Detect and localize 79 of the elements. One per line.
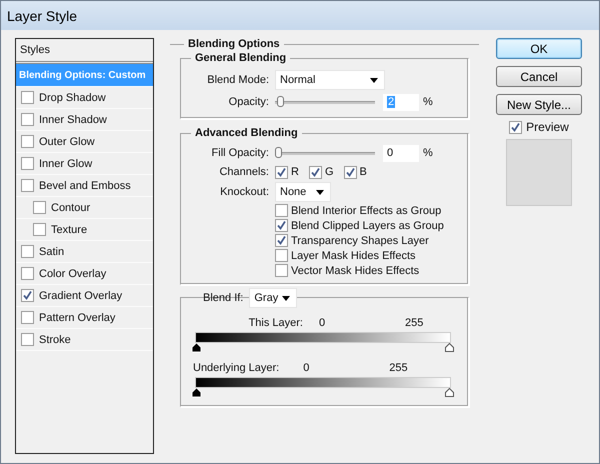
style-item[interactable]: Inner Shadow [16, 109, 153, 131]
checkbox[interactable] [275, 219, 288, 232]
checkbox-label: Blend Interior Effects as Group [291, 204, 442, 216]
checkbox[interactable] [275, 249, 288, 262]
percent-label: % [423, 96, 433, 108]
field-label: Opacity: [228, 96, 270, 108]
checkbox-label: Layer Mask Hides Effects [291, 250, 416, 262]
field-label: Blend Mode: [206, 74, 270, 86]
slider-value: 0 [318, 317, 326, 329]
slider-value: 255 [404, 317, 424, 329]
caret-icon [282, 296, 290, 300]
dialog-button[interactable]: OK [496, 38, 582, 59]
checkbox[interactable] [275, 264, 288, 277]
checkbox[interactable] [21, 289, 34, 302]
slider-thumb[interactable] [276, 96, 284, 107]
slider-value: 0 [302, 362, 310, 374]
checkbox[interactable] [21, 113, 34, 126]
style-item[interactable]: Texture [16, 219, 153, 241]
style-item[interactable]: Outer Glow [16, 131, 153, 153]
knockout-dropdown[interactable]: None [275, 182, 331, 202]
field-label: Channels: [218, 166, 270, 178]
caret-icon [316, 190, 324, 194]
checkbox[interactable] [21, 135, 34, 148]
checkbox[interactable] [21, 333, 34, 346]
checkbox-label: Transparency Shapes Layer [291, 234, 429, 246]
field-label: Fill Opacity: [210, 147, 270, 159]
slider-handle[interactable] [445, 343, 454, 352]
checkbox-label: Blend Clipped Layers as Group [291, 220, 444, 232]
style-item[interactable]: Color Overlay [16, 263, 153, 285]
field-label: Knockout: [219, 186, 270, 198]
checkbox[interactable] [21, 311, 34, 324]
percent-field[interactable]: 0 [383, 144, 419, 162]
slider-label: This Layer: [248, 317, 303, 329]
slider-value: 255 [388, 362, 408, 374]
slider-label: Underlying Layer: [193, 362, 280, 374]
slider-thumb[interactable] [275, 147, 282, 158]
checkbox[interactable] [275, 234, 288, 247]
checkbox-label: B [360, 166, 367, 178]
opacity-slider[interactable] [275, 146, 375, 160]
style-item[interactable]: Satin [16, 241, 153, 263]
checkbox[interactable] [33, 223, 46, 236]
slider-handle[interactable] [445, 388, 454, 397]
style-item[interactable]: Inner Glow [16, 153, 153, 175]
style-item[interactable]: Contour [16, 197, 153, 219]
percent-label: % [423, 147, 433, 159]
checkbox-label: Vector Mask Hides Effects [291, 264, 420, 276]
slider-handle[interactable] [192, 343, 201, 352]
dialog-button[interactable]: Cancel [496, 66, 582, 87]
style-item[interactable]: Gradient Overlay [16, 285, 153, 307]
preview-swatch [506, 139, 572, 206]
checkbox-label: G [324, 166, 334, 178]
checkbox[interactable] [275, 166, 288, 178]
checkbox[interactable] [33, 201, 46, 214]
checkbox[interactable] [509, 120, 522, 134]
caret-icon [370, 78, 378, 82]
dialog-button[interactable]: New Style... [496, 94, 582, 115]
style-item[interactable]: Bevel and Emboss [16, 175, 153, 197]
checkbox-label: R [291, 166, 299, 178]
blend-if-dropdown[interactable]: Gray [249, 288, 298, 308]
group-title: Advanced Blending [194, 127, 299, 139]
style-item[interactable]: Drop Shadow [16, 87, 153, 109]
style-item[interactable]: Stroke [16, 329, 153, 351]
section-title: Blending Options [187, 38, 281, 50]
checkbox[interactable] [275, 204, 288, 217]
opacity-slider[interactable] [275, 95, 375, 109]
checkbox[interactable] [21, 179, 34, 192]
field-label: Blend If: [203, 292, 244, 304]
checkbox[interactable] [344, 166, 357, 178]
checkbox[interactable] [21, 245, 34, 258]
checkbox[interactable] [21, 157, 34, 170]
checkbox[interactable] [308, 166, 322, 178]
slider-handle[interactable] [192, 388, 201, 397]
group-title: General Blending [194, 52, 288, 64]
checkbox-label: Preview [526, 120, 569, 134]
style-item[interactable]: Pattern Overlay [16, 307, 153, 329]
blend-mode-dropdown[interactable]: Normal [275, 70, 385, 90]
checkbox[interactable] [21, 267, 34, 280]
checkbox[interactable] [21, 91, 34, 104]
window-title: Layer Style [1, 1, 599, 30]
